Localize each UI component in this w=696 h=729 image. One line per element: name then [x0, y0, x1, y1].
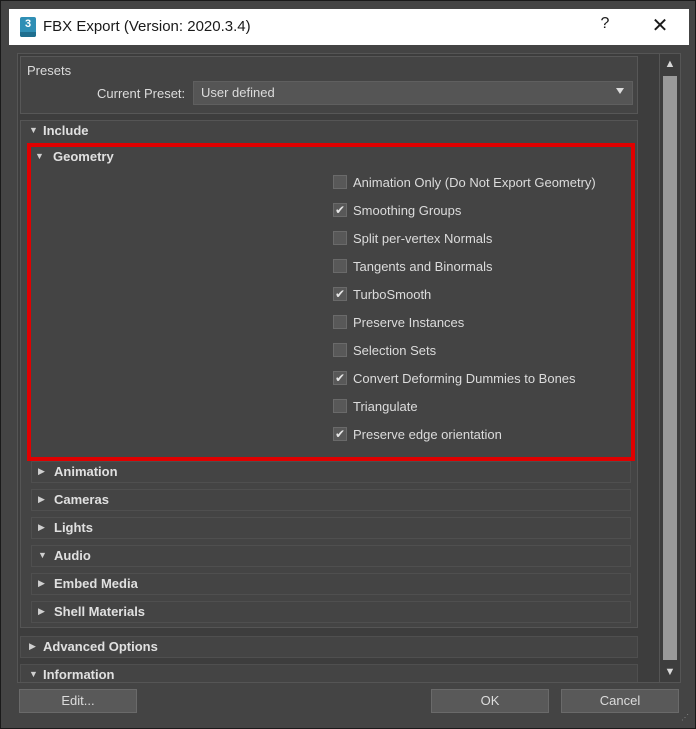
animation-label: Animation [54, 464, 118, 479]
include-rollout-header[interactable]: ▼ Include [21, 121, 637, 141]
animation-rollout-header[interactable]: ▶ Animation [31, 461, 631, 483]
lights-label: Lights [54, 520, 93, 535]
geometry-rollout-highlighted: ▼ Geometry Animation Only (Do Not Export… [27, 143, 635, 461]
collapsed-triangle-icon: ▶ [38, 578, 45, 588]
option-label: Triangulate [353, 399, 418, 414]
expanded-triangle-icon: ▼ [29, 669, 38, 679]
collapsed-triangle-icon: ▶ [38, 522, 45, 532]
include-label: Include [43, 123, 89, 138]
advanced-options-rollout-header[interactable]: ▶ Advanced Options [20, 636, 638, 658]
option-label: Tangents and Binormals [353, 259, 493, 274]
checkbox-tangents-binormals[interactable] [333, 259, 347, 273]
option-label: Animation Only (Do Not Export Geometry) [353, 175, 596, 190]
resize-grip-icon[interactable]: ⋰ [681, 713, 689, 722]
current-preset-label: Current Preset: [97, 86, 186, 101]
option-label: Selection Sets [353, 343, 437, 358]
checkbox-smoothing-groups[interactable]: ✔ [333, 203, 347, 217]
fbx-export-dialog: 3 FBX Export (Version: 2020.3.4) ? ✕ Pre… [0, 0, 696, 729]
scrollbar-thumb[interactable] [663, 76, 677, 660]
checkbox-triangulate[interactable] [333, 399, 347, 413]
shell-materials-label: Shell Materials [54, 604, 146, 619]
presets-group: Presets Current Preset: User defined [20, 56, 638, 114]
collapsed-triangle-icon: ▶ [38, 466, 45, 476]
geometry-label: Geometry [53, 149, 114, 164]
option-label: Convert Deforming Dummies to Bones [353, 371, 576, 386]
embed-media-label: Embed Media [54, 576, 138, 591]
chevron-down-icon [616, 88, 624, 94]
cameras-label: Cameras [54, 492, 109, 507]
current-preset-dropdown[interactable]: User defined [193, 81, 633, 105]
advanced-options-label: Advanced Options [43, 639, 158, 654]
information-rollout-header[interactable]: ▼ Information [20, 664, 638, 682]
shell-materials-rollout-header[interactable]: ▶ Shell Materials [31, 601, 631, 623]
edit-button[interactable]: Edit... [19, 689, 137, 713]
include-rollout: ▼ Include ▼ Geometry Animation Only (Do … [20, 120, 638, 628]
expanded-triangle-icon: ▼ [29, 125, 38, 135]
presets-group-label: Presets [27, 63, 72, 78]
checkbox-selection-sets[interactable] [333, 343, 347, 357]
current-preset-value: User defined [201, 85, 275, 100]
option-label: Smoothing Groups [353, 203, 462, 218]
option-label: TurboSmooth [353, 287, 432, 302]
option-label: Preserve edge orientation [353, 427, 502, 442]
information-label: Information [43, 667, 115, 682]
ok-button[interactable]: OK [431, 689, 549, 713]
checkbox-convert-dummies[interactable]: ✔ [333, 371, 347, 385]
help-button[interactable]: ? [595, 15, 615, 39]
collapsed-triangle-icon: ▶ [29, 641, 36, 651]
audio-rollout-header[interactable]: ▼ Audio [31, 545, 631, 567]
expanded-triangle-icon: ▼ [38, 550, 47, 560]
collapsed-triangle-icon: ▶ [38, 606, 45, 616]
embed-media-rollout-header[interactable]: ▶ Embed Media [31, 573, 631, 595]
checkbox-split-normals[interactable] [333, 231, 347, 245]
expanded-triangle-icon: ▼ [35, 151, 44, 161]
checkbox-preserve-edge-orientation[interactable]: ✔ [333, 427, 347, 441]
scroll-down-icon[interactable]: ▼ [660, 662, 680, 682]
checkbox-turbosmooth[interactable]: ✔ [333, 287, 347, 301]
settings-scroll-area[interactable]: Presets Current Preset: User defined ▼ I… [17, 53, 661, 683]
audio-label: Audio [54, 548, 91, 563]
checkbox-animation-only[interactable] [333, 175, 347, 189]
close-button[interactable]: ✕ [649, 13, 671, 39]
3dsmax-app-icon: 3 [20, 17, 36, 37]
cameras-rollout-header[interactable]: ▶ Cameras [31, 489, 631, 511]
option-label: Split per-vertex Normals [353, 231, 493, 246]
dialog-body: Presets Current Preset: User defined ▼ I… [9, 45, 689, 722]
checkbox-preserve-instances[interactable] [333, 315, 347, 329]
title-bar[interactable]: 3 FBX Export (Version: 2020.3.4) ? ✕ [9, 9, 689, 45]
window-title: FBX Export (Version: 2020.3.4) [43, 18, 251, 35]
cancel-button[interactable]: Cancel [561, 689, 679, 713]
vertical-scrollbar[interactable]: ▲ ▼ [659, 53, 681, 683]
collapsed-triangle-icon: ▶ [38, 494, 45, 504]
lights-rollout-header[interactable]: ▶ Lights [31, 517, 631, 539]
geometry-rollout-header[interactable]: ▼ Geometry [31, 147, 631, 167]
scroll-up-icon[interactable]: ▲ [660, 54, 680, 74]
option-label: Preserve Instances [353, 315, 465, 330]
